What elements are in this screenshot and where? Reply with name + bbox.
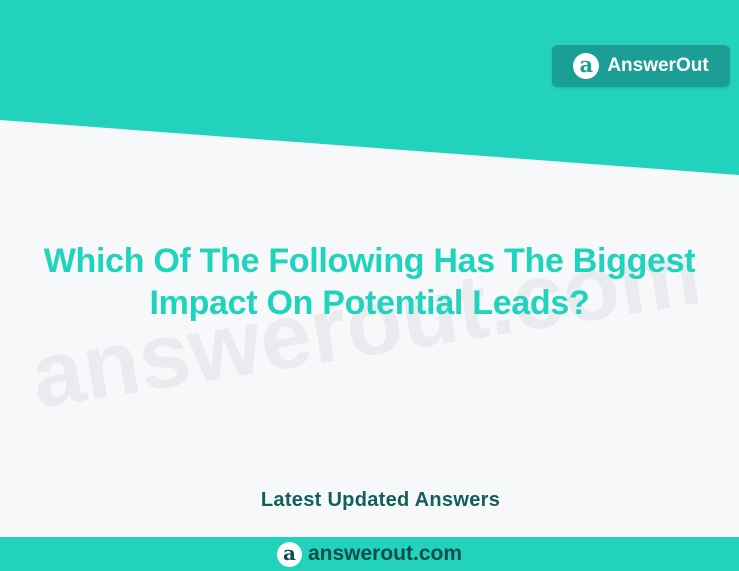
- answerout-logo-icon: a: [573, 53, 600, 79]
- latest-updated-answers: Latest Updated Answers: [260, 489, 501, 511]
- answerout-logo-icon: a: [276, 541, 302, 567]
- answerout-badge[interactable]: a AnswerOut: [552, 45, 730, 87]
- footer-site-link[interactable]: answerout.com: [308, 542, 462, 566]
- question-heading: Which Of The Following Has The Biggest I…: [0, 240, 739, 324]
- footer-bar: a answerout.com: [0, 537, 739, 571]
- question-line-2: Impact On Potential Leads?: [149, 284, 590, 322]
- question-line-1: Which Of The Following Has The Biggest: [43, 242, 696, 280]
- badge-label: AnswerOut: [607, 55, 709, 76]
- top-banner: [0, 0, 739, 175]
